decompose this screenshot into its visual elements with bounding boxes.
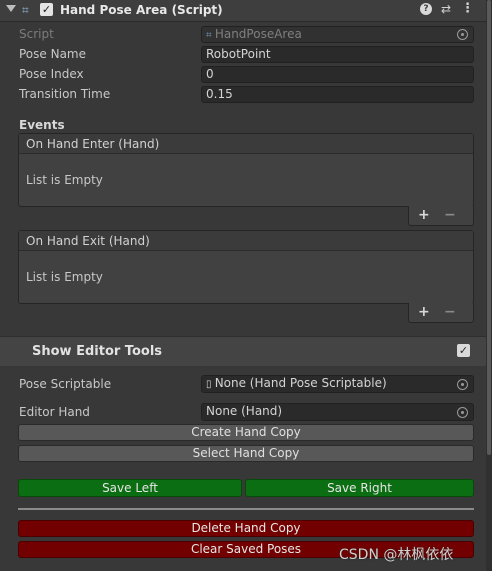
script-field-icon: ⌗ bbox=[206, 30, 215, 41]
remove-listener-button[interactable]: − bbox=[444, 207, 456, 223]
pose-scriptable-label: Pose Scriptable bbox=[19, 377, 112, 391]
pose-name-input[interactable]: RobotPoint bbox=[201, 46, 474, 63]
show-editor-tools-checkbox[interactable]: ✓ bbox=[457, 344, 470, 357]
on-hand-enter-label: On Hand Enter (Hand) bbox=[26, 137, 160, 151]
help-icon[interactable]: ? bbox=[420, 3, 432, 15]
transition-time-label: Transition Time bbox=[19, 87, 111, 101]
editor-hand-field[interactable]: None (Hand) bbox=[201, 403, 474, 421]
script-icon: ⌗ bbox=[22, 3, 29, 17]
pose-name-label: Pose Name bbox=[19, 47, 87, 61]
add-listener-button[interactable]: + bbox=[418, 304, 430, 320]
pose-index-input[interactable]: 0 bbox=[201, 66, 474, 83]
kebab-menu-icon[interactable]: ⋮ bbox=[461, 1, 474, 16]
on-hand-exit-header: On Hand Exit (Hand) bbox=[19, 231, 473, 251]
editor-hand-label: Editor Hand bbox=[19, 405, 90, 419]
script-label: Script bbox=[19, 27, 54, 41]
preset-icon[interactable]: ⇄ bbox=[441, 2, 451, 16]
transition-time-input[interactable]: 0.15 bbox=[201, 86, 474, 103]
scrollbar-thumb[interactable] bbox=[487, 0, 491, 455]
on-hand-enter-header: On Hand Enter (Hand) bbox=[19, 134, 473, 154]
events-title: Events bbox=[19, 118, 65, 132]
object-picker-icon[interactable] bbox=[457, 29, 468, 40]
component-header: ⌗ ✓ Hand Pose Area (Script) ? ⇄ ⋮ bbox=[0, 0, 486, 22]
editor-tools-title: Show Editor Tools bbox=[32, 344, 163, 359]
on-hand-exit-event: On Hand Exit (Hand) List is Empty bbox=[18, 230, 474, 304]
create-hand-copy-button[interactable]: Create Hand Copy bbox=[18, 424, 474, 441]
on-hand-exit-footer: + − bbox=[408, 303, 474, 323]
select-hand-copy-button[interactable]: Select Hand Copy bbox=[18, 445, 474, 462]
file-icon: ▯ bbox=[206, 379, 215, 390]
pose-scriptable-field[interactable]: ▯ None (Hand Pose Scriptable) bbox=[201, 375, 474, 393]
add-listener-button[interactable]: + bbox=[418, 207, 430, 223]
object-picker-icon[interactable] bbox=[457, 379, 468, 390]
save-right-button[interactable]: Save Right bbox=[245, 479, 474, 497]
on-hand-enter-empty-text: List is Empty bbox=[26, 173, 103, 187]
on-hand-exit-empty-text: List is Empty bbox=[26, 270, 103, 284]
on-hand-enter-event: On Hand Enter (Hand) List is Empty bbox=[18, 133, 474, 207]
on-hand-exit-label: On Hand Exit (Hand) bbox=[26, 234, 150, 248]
script-field[interactable]: ⌗ HandPoseArea bbox=[201, 26, 474, 43]
separator bbox=[18, 508, 474, 510]
object-picker-icon[interactable] bbox=[457, 407, 468, 418]
foldout-arrow-icon[interactable] bbox=[6, 5, 16, 12]
on-hand-enter-footer: + − bbox=[408, 206, 474, 226]
editor-hand-value: None (Hand) bbox=[206, 404, 283, 418]
enabled-checkbox[interactable]: ✓ bbox=[40, 3, 53, 16]
script-field-value: HandPoseArea bbox=[214, 27, 302, 41]
delete-hand-copy-button[interactable]: Delete Hand Copy bbox=[18, 520, 474, 537]
save-left-button[interactable]: Save Left bbox=[18, 479, 242, 497]
pose-index-label: Pose Index bbox=[19, 67, 84, 81]
component-title: Hand Pose Area (Script) bbox=[60, 3, 223, 17]
remove-listener-button[interactable]: − bbox=[444, 304, 456, 320]
watermark: CSDN @林枫依依 bbox=[339, 547, 454, 563]
editor-tools-header: Show Editor Tools ✓ bbox=[0, 336, 486, 366]
pose-scriptable-value: None (Hand Pose Scriptable) bbox=[214, 376, 387, 390]
